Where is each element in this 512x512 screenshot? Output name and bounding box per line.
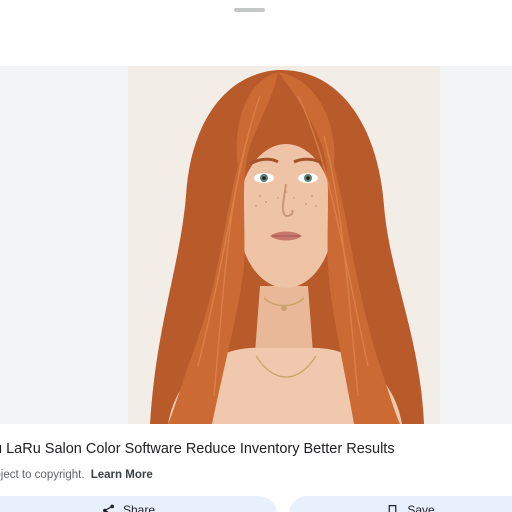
copyright-notice: ubject to copyright. Learn More	[0, 469, 153, 481]
portrait-illustration	[128, 66, 440, 424]
image-viewer[interactable]	[0, 66, 512, 424]
copyright-text: ubject to copyright.	[0, 469, 85, 481]
bookmark-icon	[386, 504, 399, 512]
share-icon	[102, 504, 115, 512]
learn-more-link[interactable]: Learn More	[91, 469, 153, 481]
share-label: Share	[122, 503, 156, 512]
drag-handle[interactable]	[234, 8, 265, 12]
image-detail-sheet: st	[0, 0, 512, 512]
save-label: Save	[407, 503, 435, 512]
share-button[interactable]: Share	[0, 496, 277, 512]
result-title[interactable]: u LaRu Salon Color Software Reduce Inven…	[0, 441, 395, 457]
portrait-photo[interactable]	[128, 66, 440, 424]
save-button[interactable]: Save	[289, 496, 512, 512]
